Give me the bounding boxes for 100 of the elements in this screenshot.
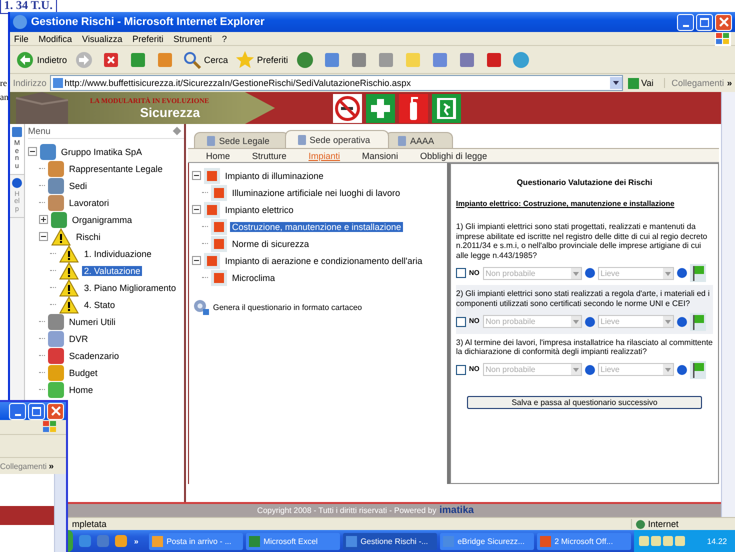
menu-item[interactable]: ? [222, 34, 227, 44]
menu-tree-item[interactable]: Home [67, 384, 96, 394]
menu-panel-header: Menu [28, 124, 184, 139]
menu-tree-item[interactable]: Rappresentante Legale [67, 164, 165, 174]
links-label[interactable]: Collegamenti [0, 462, 47, 470]
back-icon [15, 50, 35, 70]
questionnaire-title: Questionario Valutazione dei Rischi [516, 178, 654, 187]
info-icon[interactable] [584, 268, 594, 278]
clock: 14.22 [706, 536, 728, 546]
close-icon [50, 406, 60, 416]
question-text: 2) Gli impianti elettrici sono stati realizzati a regola d'arte, i materiali ed i componenti utilizzati sono certificati secondo le norme UNI e CEI? [456, 289, 711, 309]
menu-tree-item[interactable]: Lavoratori [67, 198, 112, 208]
tree-item[interactable]: Illuminazione artificiale nei luoghi di lavoro [230, 188, 402, 198]
info-icon[interactable] [584, 316, 594, 327]
taskbar-button[interactable]: Posta in arrivo - ... [149, 532, 244, 550]
menu-tree-item[interactable]: Gruppo Imatika SpA [59, 146, 144, 156]
generate-questionnaire-link[interactable]: Genera il questionario in formato cartaceo [213, 302, 362, 312]
menu-tree-item[interactable]: Sedi [67, 180, 90, 190]
taskbar-button[interactable]: Microsoft Excel [246, 532, 340, 550]
expander-icon[interactable] [28, 147, 37, 156]
vertical-scrollbar[interactable] [54, 474, 66, 552]
menu-tree-item[interactable]: Numeri Utili [67, 316, 118, 326]
links-chevron[interactable]: » [48, 461, 54, 471]
info-icon[interactable] [676, 316, 686, 327]
status-text: mpletata [72, 519, 107, 529]
expander-icon[interactable] [192, 171, 201, 180]
tray-icon[interactable] [639, 536, 650, 546]
taskbar-button[interactable]: eBridge Sicurezz... [440, 532, 534, 550]
security-zone-label: Internet [631, 519, 731, 529]
nav-link[interactable]: Strutture [252, 150, 287, 160]
expander-icon[interactable] [39, 232, 48, 241]
minimize-button[interactable] [677, 14, 694, 30]
square-icon [211, 218, 227, 234]
warning-icon [59, 296, 79, 314]
address-label: Indirizzo [13, 78, 47, 88]
background-window-text: an [0, 92, 8, 102]
menu-tree-item[interactable]: Budget [67, 368, 100, 378]
menu-tree-item[interactable]: DVR [67, 334, 90, 344]
tree-item[interactable]: Costruzione, manutenzione e installazione [230, 222, 404, 232]
question-text: 3) Al termine dei lavori, l'impresa installatrice ha rilasciato al committente la dichiarazione di conformità degli impianti realizzati? [456, 338, 713, 357]
quick-launch-icon[interactable] [79, 535, 91, 547]
tray-icon[interactable] [663, 536, 674, 546]
info-icon[interactable] [676, 364, 686, 375]
taskbar-button[interactable]: Gestione Rischi -... [343, 532, 438, 550]
expander-icon[interactable] [192, 205, 201, 214]
menu-tree-item[interactable]: 3. Piano Miglioramento [82, 282, 178, 292]
vertical-scrollbar[interactable] [721, 92, 735, 517]
menu-tree-item[interactable]: Rischi [74, 232, 103, 242]
nav-link[interactable]: Obblighi di legge [420, 150, 488, 160]
links-label[interactable]: Collegamenti [664, 78, 724, 88]
info-icon[interactable] [676, 268, 686, 278]
minimize-button[interactable] [9, 402, 26, 420]
menu-item[interactable]: File [14, 34, 29, 44]
close-button[interactable] [715, 14, 732, 30]
square-icon [204, 168, 220, 184]
info-icon[interactable] [584, 364, 594, 375]
favorites-button[interactable]: Preferiti [233, 48, 290, 70]
tree-item[interactable]: Impianto di aerazione e condizionamento dell'aria [223, 256, 424, 266]
warning-icon [59, 278, 79, 296]
tab[interactable]: Sede operativa [284, 130, 390, 148]
nav-link[interactable]: Home [206, 150, 230, 160]
question-text: 1) Gli impianti elettrici sono stati progettati, realizzati e mantenuti da imprese abilitate ed iscritte nel registro delle ditte di cui al regio decreto n.2011/34 e s.m.i, o nell'albo provinciale delle imprese artigiane di cui alle legge n.443/1985? [456, 222, 708, 260]
square-icon [211, 184, 227, 200]
go-button[interactable]: Vai [626, 78, 662, 88]
menu-item[interactable]: Visualizza [82, 34, 122, 44]
gear-icon [192, 298, 210, 316]
tree-item[interactable]: Norme di sicurezza [230, 238, 312, 248]
tree-item[interactable]: Impianto elettrico [223, 204, 296, 214]
warning-icon [59, 262, 79, 280]
menu-item[interactable]: Preferiti [132, 34, 164, 44]
quick-launch-icon[interactable] [115, 535, 127, 547]
menu-tree-item[interactable]: 1. Individuazione [82, 248, 154, 258]
save-and-next-button[interactable]: Salva e passa al questionario successivo [467, 396, 702, 409]
maximize-button[interactable] [696, 14, 713, 30]
taskbar-button[interactable]: 2 Microsoft Off... [537, 532, 632, 550]
quick-launch-chevron[interactable]: » [134, 536, 138, 546]
menu-tree-item[interactable]: Organigramma [70, 214, 134, 224]
windows-flag-icon [715, 32, 731, 46]
expander-icon[interactable] [192, 256, 201, 265]
tree-item[interactable]: Impianto di illuminazione [223, 170, 326, 180]
tree-item[interactable]: Microclima [230, 272, 278, 282]
tray-icon[interactable] [675, 536, 686, 546]
forward-icon [74, 50, 94, 70]
restore-button[interactable] [28, 402, 45, 420]
search-button[interactable]: Cerca [180, 48, 230, 70]
links-chevron[interactable]: » [726, 78, 732, 88]
site-header [0, 506, 54, 525]
start-button[interactable] [68, 530, 73, 552]
menu-tree-item[interactable]: Scadenzario [67, 350, 122, 360]
close-button[interactable] [47, 402, 64, 420]
menu-item[interactable]: Modifica [38, 34, 72, 44]
tray-icon[interactable] [651, 536, 662, 546]
menu-tree-item[interactable]: 4. Stato [82, 300, 118, 310]
back-button[interactable]: Indietro [13, 48, 70, 70]
square-icon [211, 270, 227, 286]
nav-link[interactable]: Mansioni [362, 150, 398, 160]
menu-tree-item[interactable]: 2. Valutazione [82, 266, 142, 276]
address-field[interactable]: http://www.buffettisicurezza.it/SicurezzaIn/GestioneRischi/SediValutazioneRischio.aspx [50, 75, 624, 91]
expander-icon[interactable] [39, 215, 48, 224]
menu-item[interactable]: Strumenti [173, 34, 212, 44]
